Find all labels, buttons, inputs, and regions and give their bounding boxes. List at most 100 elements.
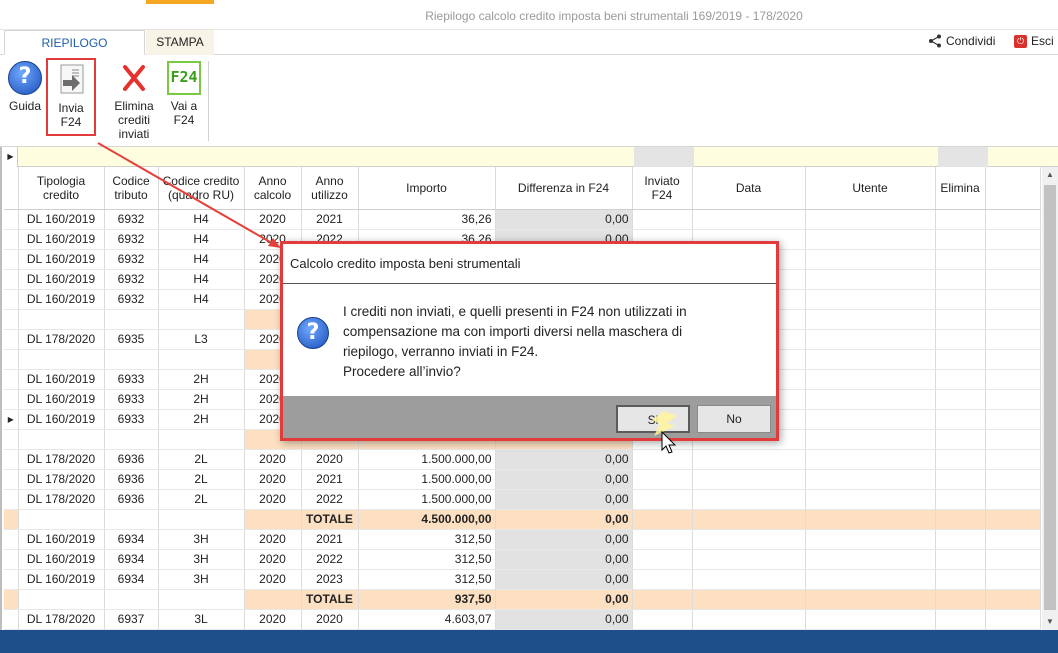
table-row[interactable]: TOTALE 937,50 0,00	[4, 589, 1041, 610]
cell-importo: 312,50	[358, 569, 496, 590]
elimina-crediti-button[interactable]: Elimina crediti inviati	[102, 61, 166, 141]
column-header[interactable]: Utente	[805, 167, 936, 210]
cell-importo: 312,50	[358, 529, 496, 550]
cell-elimina	[935, 289, 986, 310]
cell-empty	[244, 589, 302, 610]
cell-anno-calcolo: 2020	[244, 489, 302, 510]
cell-codice-credito: 2H	[158, 369, 245, 390]
yes-button[interactable]: Si	[616, 405, 690, 433]
column-header[interactable]: Differenza in F24	[495, 167, 633, 210]
cell-utente	[805, 469, 936, 490]
share-icon	[929, 34, 941, 48]
f24-icon: F24	[167, 61, 201, 95]
cell-codice-credito: 3H	[158, 529, 245, 550]
no-button[interactable]: No	[697, 405, 771, 433]
row-indicator	[4, 209, 19, 230]
column-header[interactable]: Elimina	[935, 167, 986, 210]
cell-anno-utilizzo: 2023	[301, 569, 359, 590]
table-row[interactable]: DL 160/2019 6934 3H 2020 2022 312,50 0,00	[4, 549, 1041, 570]
table-row[interactable]: DL 178/2020 6936 2L 2020 2021 1.500.000,00 0,0…	[4, 469, 1041, 490]
cell-elimina	[935, 309, 986, 330]
cell-codice-tributo: 6933	[104, 389, 159, 410]
cell-elimina	[935, 589, 986, 610]
cell-tipologia: DL 160/2019	[18, 529, 105, 550]
cell-tipologia: DL 160/2019	[18, 209, 105, 230]
cell-elimina	[935, 209, 986, 230]
row-indicator	[4, 249, 19, 270]
cell-inviato	[632, 609, 693, 630]
cell-tipologia: DL 178/2020	[18, 329, 105, 350]
dialog-message-line: I crediti non inviati, e quelli presenti…	[343, 304, 687, 319]
cell-anno-calcolo: 2020	[244, 209, 302, 230]
cell-anno-calcolo: 2020	[244, 469, 302, 490]
column-header[interactable]: Importo	[358, 167, 496, 210]
cell-codice-tributo: 6932	[104, 229, 159, 250]
cell-importo: 312,50	[358, 549, 496, 570]
scrollbar-thumb[interactable]	[1044, 185, 1056, 610]
scroll-down-icon[interactable]: ▼	[1042, 614, 1058, 630]
column-header[interactable]: Inviato F24	[632, 167, 693, 210]
row-indicator	[4, 569, 19, 590]
row-indicator	[4, 469, 19, 490]
column-header[interactable]: Tipologia credito	[18, 167, 105, 210]
cell-differenza: 0,00	[495, 469, 633, 490]
tab-riepilogo-calcolo[interactable]: RIEPILOGO CALCOLO	[4, 30, 145, 75]
cell-empty	[158, 309, 245, 330]
cell-anno-utilizzo: 2021	[301, 529, 359, 550]
column-header[interactable]: Anno calcolo	[244, 167, 302, 210]
cell-elimina	[935, 269, 986, 290]
table-row[interactable]: DL 160/2019 6934 3H 2020 2023 312,50 0,00	[4, 569, 1041, 590]
guida-button[interactable]: ? Guida	[4, 61, 46, 113]
cell-empty	[104, 509, 159, 530]
cell-utente	[805, 349, 936, 370]
cell-codice-credito: 2L	[158, 449, 245, 470]
dialog-message: I crediti non inviati, e quelli presenti…	[343, 302, 763, 382]
table-row[interactable]: DL 160/2019 6934 3H 2020 2021 312,50 0,00	[4, 529, 1041, 550]
invia-f24-button[interactable]: Invia F24	[46, 58, 96, 136]
tab-stampa[interactable]: STAMPA	[146, 30, 214, 55]
exit-button[interactable]: ⏻ Esci	[1014, 34, 1054, 48]
cell-filler	[985, 529, 1041, 550]
cell-utente	[805, 269, 936, 290]
scroll-up-icon[interactable]: ▲	[1042, 167, 1058, 183]
cell-anno-utilizzo: 2020	[301, 609, 359, 630]
cell-inviato	[632, 209, 693, 230]
column-header[interactable]: Codice tributo	[104, 167, 159, 210]
row-indicator	[4, 229, 19, 250]
table-row[interactable]: DL 160/2019 6932 H4 2020 2021 36,26 0,00	[4, 209, 1041, 230]
cell-elimina	[935, 249, 986, 270]
cell-filler	[985, 549, 1041, 570]
cell-tipologia: DL 178/2020	[18, 449, 105, 470]
cell-codice-credito: H4	[158, 229, 245, 250]
cell-empty	[158, 429, 245, 450]
cell-inviato	[632, 469, 693, 490]
cell-codice-credito: 3H	[158, 569, 245, 590]
vertical-scrollbar[interactable]: ▲ ▼	[1042, 167, 1058, 630]
cell-empty	[158, 589, 245, 610]
cell-codice-credito: H4	[158, 269, 245, 290]
table-row[interactable]: DL 178/2020 6936 2L 2020 2020 1.500.000,00 0,0…	[4, 449, 1041, 470]
cell-elimina	[935, 449, 986, 470]
table-row[interactable]: DL 178/2020 6937 3L 2020 2020 4.603,07 0,00	[4, 609, 1041, 630]
elimina-label-1: Elimina	[114, 99, 154, 113]
column-header-line: utilizzo	[311, 187, 348, 202]
column-header[interactable]: Codice credito (quadro RU)	[158, 167, 245, 210]
cell-utente	[805, 229, 936, 250]
table-row[interactable]: TOTALE 4.500.000,00 0,00	[4, 509, 1041, 530]
cell-filler	[985, 489, 1041, 510]
column-header[interactable]: Anno utilizzo	[301, 167, 359, 210]
cell-anno-utilizzo: 2022	[301, 489, 359, 510]
vai-a-f24-button[interactable]: F24 Vai a F24	[162, 61, 206, 127]
filter-cell-inviato	[634, 147, 694, 167]
share-button[interactable]: Condividi	[928, 34, 995, 48]
cell-inviato	[632, 589, 693, 610]
cell-elimina	[935, 349, 986, 370]
table-row[interactable]: DL 178/2020 6936 2L 2020 2022 1.500.000,00 0,0…	[4, 489, 1041, 510]
cell-codice-tributo: 6934	[104, 529, 159, 550]
share-label: Condividi	[946, 34, 996, 48]
column-header[interactable]: Data	[692, 167, 806, 210]
cell-utente	[805, 529, 936, 550]
filter-row[interactable]: ▶	[4, 147, 1058, 167]
cell-elimina	[935, 329, 986, 350]
cell-tipologia: DL 178/2020	[18, 609, 105, 630]
